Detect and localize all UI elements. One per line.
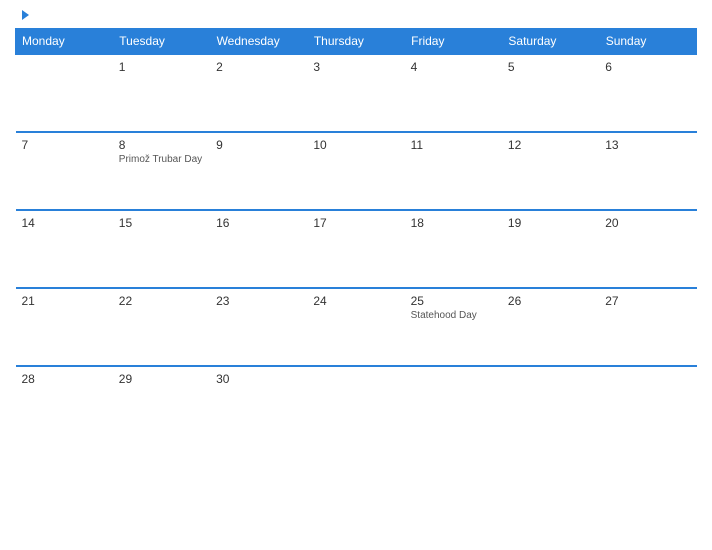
calendar-cell — [405, 366, 502, 444]
calendar-cell: 24 — [307, 288, 404, 366]
calendar-cell: 22 — [113, 288, 210, 366]
calendar-cell: 30 — [210, 366, 307, 444]
calendar-cell: 13 — [599, 132, 696, 210]
calendar-cell: 18 — [405, 210, 502, 288]
day-number: 29 — [119, 372, 204, 386]
week-row-1: 123456 — [16, 54, 697, 132]
calendar-cell: 12 — [502, 132, 599, 210]
weekday-header-row: MondayTuesdayWednesdayThursdayFridaySatu… — [16, 29, 697, 55]
day-number: 15 — [119, 216, 204, 230]
calendar-cell: 9 — [210, 132, 307, 210]
day-number: 5 — [508, 60, 593, 74]
holiday-name: Primož Trubar Day — [119, 154, 204, 165]
day-number: 7 — [22, 138, 107, 152]
calendar-cell: 1 — [113, 54, 210, 132]
calendar-cell: 4 — [405, 54, 502, 132]
calendar-cell: 6 — [599, 54, 696, 132]
day-number: 9 — [216, 138, 301, 152]
calendar-cell: 19 — [502, 210, 599, 288]
calendar-cell: 21 — [16, 288, 113, 366]
calendar-cell: 8 Primož Trubar Day — [113, 132, 210, 210]
day-number: 21 — [22, 294, 107, 308]
calendar-cell — [599, 366, 696, 444]
calendar-cell: 26 — [502, 288, 599, 366]
day-number: 28 — [22, 372, 107, 386]
weekday-header-thursday: Thursday — [307, 29, 404, 55]
calendar-cell: 27 — [599, 288, 696, 366]
day-number: 17 — [313, 216, 398, 230]
week-row-4: 21 22 23 24 25 Statehood Day 26 27 — [16, 288, 697, 366]
day-number: 13 — [605, 138, 690, 152]
day-number: 26 — [508, 294, 593, 308]
day-number: 18 — [411, 216, 496, 230]
logo — [20, 10, 29, 20]
calendar-header — [15, 10, 697, 20]
holiday-name: Statehood Day — [411, 310, 496, 321]
weekday-header-saturday: Saturday — [502, 29, 599, 55]
day-number: 1 — [119, 60, 204, 74]
weekday-header-wednesday: Wednesday — [210, 29, 307, 55]
calendar-cell: 17 — [307, 210, 404, 288]
weekday-header-tuesday: Tuesday — [113, 29, 210, 55]
calendar-cell: 29 — [113, 366, 210, 444]
calendar-grid: MondayTuesdayWednesdayThursdayFridaySatu… — [15, 28, 697, 444]
day-number: 16 — [216, 216, 301, 230]
week-row-3: 14 15 16 17 18 19 20 — [16, 210, 697, 288]
calendar-cell: 28 — [16, 366, 113, 444]
weekday-header-friday: Friday — [405, 29, 502, 55]
weekday-header-monday: Monday — [16, 29, 113, 55]
calendar-cell — [502, 366, 599, 444]
day-number: 3 — [313, 60, 398, 74]
calendar-cell: 2 — [210, 54, 307, 132]
week-row-5: 28 29 30 — [16, 366, 697, 444]
day-number: 4 — [411, 60, 496, 74]
calendar-cell: 7 — [16, 132, 113, 210]
calendar-cell — [307, 366, 404, 444]
calendar-cell: 15 — [113, 210, 210, 288]
day-number: 22 — [119, 294, 204, 308]
calendar-cell: 3 — [307, 54, 404, 132]
day-number: 11 — [411, 138, 496, 152]
day-number: 23 — [216, 294, 301, 308]
calendar-cell: 20 — [599, 210, 696, 288]
calendar-cell: 5 — [502, 54, 599, 132]
day-number: 30 — [216, 372, 301, 386]
day-number: 25 — [411, 294, 496, 308]
calendar-cell: 10 — [307, 132, 404, 210]
calendar-cell — [16, 54, 113, 132]
day-number: 14 — [22, 216, 107, 230]
calendar-cell: 14 — [16, 210, 113, 288]
calendar-cell: 16 — [210, 210, 307, 288]
calendar-cell: 25 Statehood Day — [405, 288, 502, 366]
logo-triangle-icon — [22, 10, 29, 20]
day-number: 12 — [508, 138, 593, 152]
weekday-header-sunday: Sunday — [599, 29, 696, 55]
calendar-cell: 23 — [210, 288, 307, 366]
calendar-cell: 11 — [405, 132, 502, 210]
day-number: 2 — [216, 60, 301, 74]
day-number: 27 — [605, 294, 690, 308]
day-number: 20 — [605, 216, 690, 230]
week-row-2: 78 Primož Trubar Day 9 10 11 12 13 — [16, 132, 697, 210]
day-number: 8 — [119, 138, 204, 152]
logo-blue-text — [20, 10, 29, 20]
calendar-container: MondayTuesdayWednesdayThursdayFridaySatu… — [0, 0, 712, 550]
day-number: 19 — [508, 216, 593, 230]
day-number: 24 — [313, 294, 398, 308]
day-number: 6 — [605, 60, 690, 74]
day-number: 10 — [313, 138, 398, 152]
